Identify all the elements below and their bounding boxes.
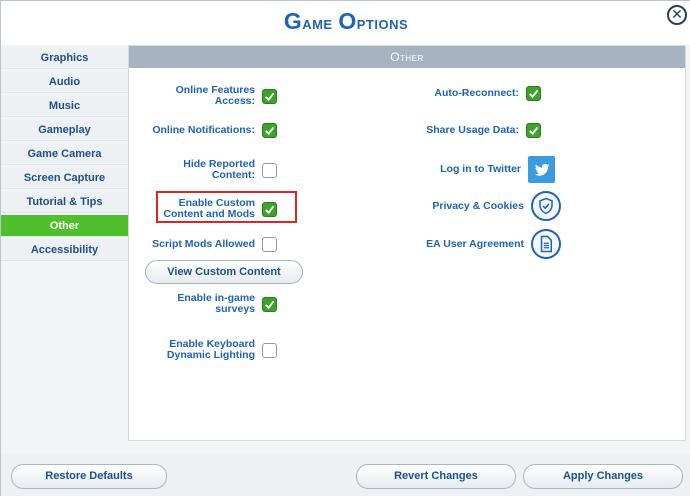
checkmark-icon [265,92,275,101]
sidebar-item-accessibility[interactable]: Accessibility [1,239,128,261]
shield-check-icon[interactable] [531,191,561,221]
checkmark-icon [529,89,539,99]
hide-reported-content-checkbox[interactable] [262,162,277,178]
checkmark-icon [265,126,275,136]
sidebar-item-other[interactable]: Other [1,215,128,237]
sidebar-item-music[interactable]: Music [1,95,128,117]
checkmark-icon [529,126,539,136]
keyboard-lighting-checkbox[interactable] [262,342,277,358]
link-ea-user-agreement[interactable]: EA User Agreement [381,229,561,259]
close-icon[interactable]: ✕ [667,5,687,25]
sidebar-item-gameplay[interactable]: Gameplay [1,119,128,141]
document-icon[interactable] [531,229,561,259]
game-options-window: Game Options ✕ Graphics Audio Music Game… [0,0,690,496]
option-keyboard-dynamic-lighting: Enable Keyboard Dynamic Lighting [151,339,277,361]
auto-reconnect-checkbox[interactable] [526,86,541,101]
link-privacy-cookies[interactable]: Privacy & Cookies [381,191,561,221]
sidebar-item-screen-capture[interactable]: Screen Capture [1,167,128,189]
checkmark-icon [265,205,275,214]
sidebar-item-tutorial-tips[interactable]: Tutorial & Tips [1,191,128,213]
content-area: Graphics Audio Music Gameplay Game Camer… [1,45,690,453]
option-script-mods-allowed: Script Mods Allowed [151,237,277,252]
option-share-usage-data: Share Usage Data: [381,123,541,138]
apply-changes-button[interactable]: Apply Changes [523,464,683,489]
checkmark-icon [265,300,275,309]
in-game-surveys-checkbox[interactable] [262,296,277,312]
enable-custom-content-checkbox[interactable] [262,201,277,217]
panel-heading: Other [129,46,685,68]
twitter-icon[interactable] [528,156,555,183]
option-auto-reconnect: Auto-Reconnect: [381,86,541,101]
view-custom-content-button[interactable]: View Custom Content [145,260,303,284]
link-log-in-twitter[interactable]: Log in to Twitter [381,156,555,183]
revert-changes-button[interactable]: Revert Changes [356,464,516,489]
option-enable-custom-content: Enable Custom Content and Mods [151,198,277,220]
option-online-features-access: Online Features Access: [151,85,277,107]
script-mods-checkbox[interactable] [262,237,277,252]
sidebar: Graphics Audio Music Gameplay Game Camer… [1,47,128,263]
sidebar-item-game-camera[interactable]: Game Camera [1,143,128,165]
option-enable-in-game-surveys: Enable in-game surveys [151,293,277,315]
online-features-checkbox[interactable] [262,88,277,104]
share-usage-data-checkbox[interactable] [526,123,541,138]
sidebar-item-graphics[interactable]: Graphics [1,47,128,69]
window-title: Game Options [283,8,409,34]
restore-defaults-button[interactable]: Restore Defaults [11,464,167,489]
option-hide-reported-content: Hide Reported Content: [151,159,277,181]
window-header: Game Options ✕ [1,1,690,45]
sidebar-item-audio[interactable]: Audio [1,71,128,93]
online-notifications-checkbox[interactable] [262,123,277,138]
option-online-notifications: Online Notifications: [151,123,277,138]
